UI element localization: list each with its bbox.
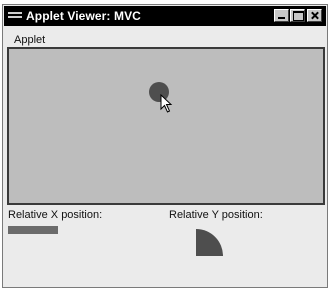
relative-y-label: Relative Y position: (169, 209, 263, 221)
close-icon[interactable] (307, 9, 322, 22)
relative-y-pie (196, 229, 223, 256)
menu-applet[interactable]: Applet (14, 34, 45, 46)
maximize-icon[interactable] (290, 9, 305, 22)
menu-bar: Applet (4, 27, 326, 49)
drawing-canvas[interactable] (7, 47, 325, 205)
system-menu-icon[interactable] (8, 12, 22, 20)
pointer-cursor-icon (160, 94, 173, 113)
title-bar[interactable]: Applet Viewer: MVC (4, 6, 326, 26)
relative-x-bar (8, 226, 58, 234)
minimize-icon[interactable] (274, 9, 289, 22)
relative-x-label: Relative X position: (8, 209, 103, 221)
window-title: Applet Viewer: MVC (26, 9, 141, 23)
